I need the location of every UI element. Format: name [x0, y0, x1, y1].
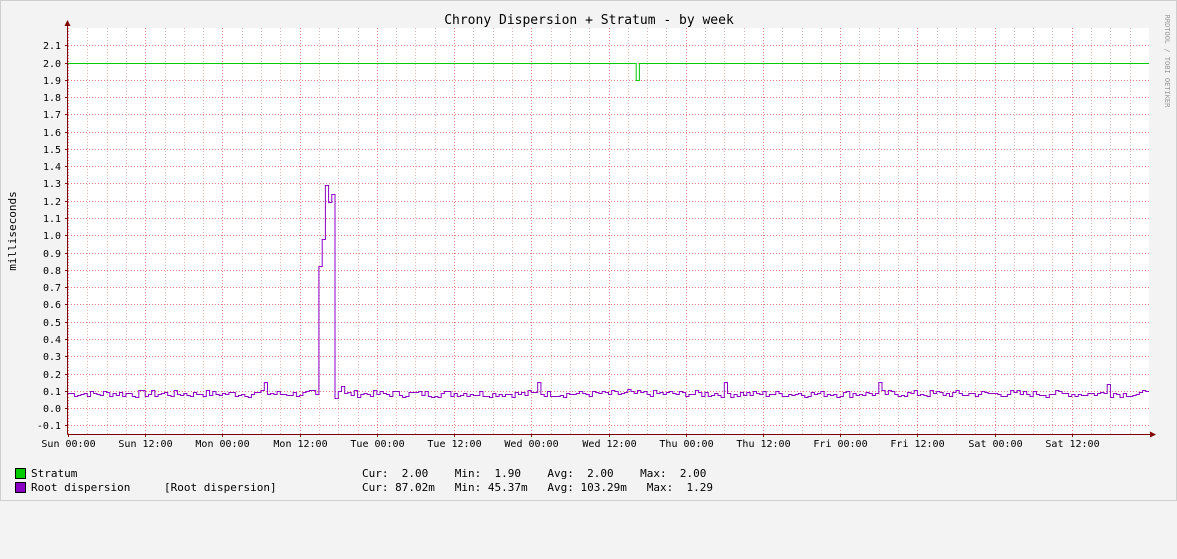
- y-tick-label: 1.9: [43, 76, 61, 87]
- legend-root-dispersion-extra: [Root dispersion]: [164, 481, 277, 494]
- y-tick-label: 0.9: [43, 249, 61, 260]
- y-tick-label: 1.2: [43, 197, 61, 208]
- legend-root-dispersion-swatch: [15, 482, 26, 493]
- legend-stratum-stats: Cur: 2.00 Min: 1.90 Avg: 2.00 Max: 2.00: [362, 467, 707, 480]
- y-tick-label: 1.0: [43, 231, 61, 242]
- chart-title: Chrony Dispersion + Stratum - by week: [444, 13, 734, 28]
- y-tick-label: 0.5: [43, 318, 61, 329]
- legend-stratum-label: Stratum: [31, 467, 78, 480]
- legend-stratum: Stratum Cur: 2.00 Min: 1.90 Avg: 2.00 Ma…: [15, 467, 706, 480]
- x-tick-label: Wed 12:00: [582, 439, 636, 450]
- x-tick-label: Sun 00:00: [41, 439, 95, 450]
- y-tick-label: 1.8: [43, 93, 61, 104]
- y-tick-label: 0.2: [43, 370, 61, 381]
- y-tick-label: 1.4: [43, 162, 61, 173]
- x-tick-label: Mon 12:00: [273, 439, 327, 450]
- y-tick-label: 0.4: [43, 335, 61, 346]
- x-tick-label: Sat 00:00: [968, 439, 1022, 450]
- legend-stratum-swatch: [15, 468, 26, 479]
- y-tick-label: 1.6: [43, 128, 61, 139]
- y-tick-label: 2.0: [43, 59, 61, 70]
- x-tick-label: Tue 00:00: [350, 439, 404, 450]
- y-tick-label: 0.7: [43, 283, 61, 294]
- rrdtool-watermark: RRDTOOL / TOBI OETIKER: [1163, 15, 1171, 109]
- chart-frame: Sun 00:00 Sun 12:00 Mon 00:00 Mon 12:00 Tue …: [0, 0, 1177, 501]
- y-tick-label: 1.1: [43, 214, 61, 225]
- y-axis-label: milliseconds: [6, 191, 19, 270]
- y-tick-label: 0.8: [43, 266, 61, 277]
- plot-area: [68, 28, 1149, 434]
- chart-svg: Sun 00:00 Sun 12:00 Mon 00:00 Mon 12:00 Tue …: [6, 13, 1171, 450]
- y-tick-label: 0.1: [43, 387, 61, 398]
- legend-root-dispersion-stats: Cur: 87.02m Min: 45.37m Avg: 103.29m Max…: [362, 481, 713, 494]
- y-tick-label: -0.1: [37, 421, 61, 432]
- x-tick-label: Mon 00:00: [195, 439, 249, 450]
- y-tick-label: 0.0: [43, 404, 61, 415]
- y-axis-arrow: [64, 20, 71, 26]
- x-tick-label: Wed 00:00: [504, 439, 558, 450]
- x-axis-arrow: [1150, 431, 1156, 438]
- y-tick-label: 1.3: [43, 179, 61, 190]
- x-tick-label: Fri 12:00: [890, 439, 944, 450]
- x-tick-label: Tue 12:00: [427, 439, 481, 450]
- x-tick-label: Thu 00:00: [659, 439, 713, 450]
- x-tick-label: Sun 12:00: [118, 439, 172, 450]
- legend-root-dispersion: Root dispersion [Root dispersion] Cur: 8…: [15, 481, 713, 494]
- y-tick-label: 0.3: [43, 352, 61, 363]
- y-tick-label: 0.6: [43, 300, 61, 311]
- x-tick-label: Fri 00:00: [813, 439, 867, 450]
- legend-root-dispersion-label: Root dispersion: [31, 481, 131, 494]
- y-tick-label: 2.1: [43, 41, 61, 52]
- x-tick-label: Sat 12:00: [1045, 439, 1099, 450]
- y-tick-label: 1.7: [43, 110, 61, 121]
- y-tick-label: 1.5: [43, 145, 61, 156]
- x-tick-label: Thu 12:00: [736, 439, 790, 450]
